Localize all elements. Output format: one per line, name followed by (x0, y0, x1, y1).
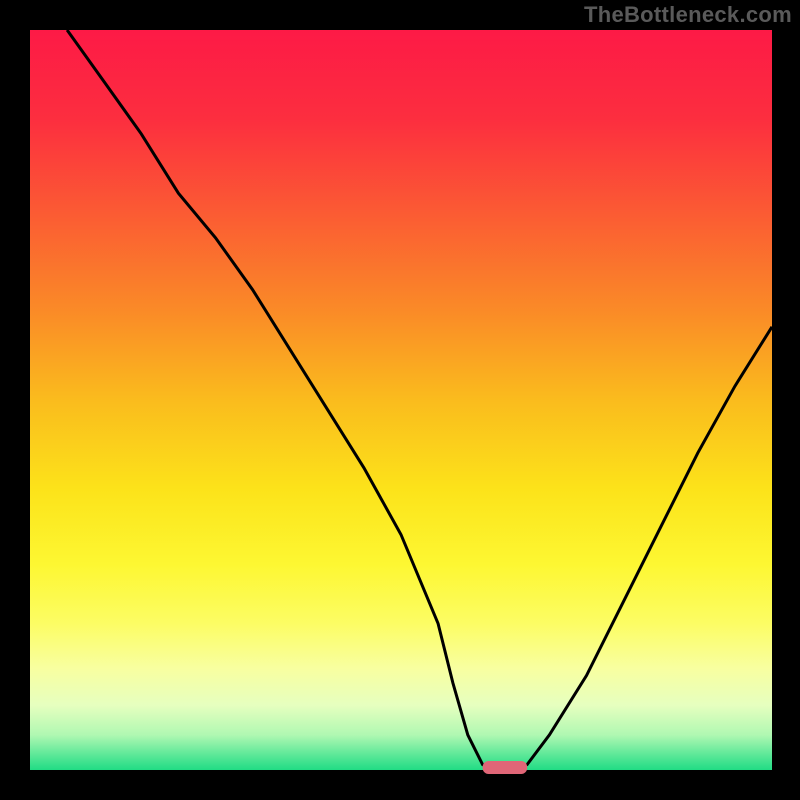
watermark-text: TheBottleneck.com (584, 2, 792, 28)
optimal-marker (483, 761, 528, 774)
chart-container: TheBottleneck.com (0, 0, 800, 800)
plot-baseline (30, 770, 772, 772)
plot-background (30, 30, 772, 772)
bottleneck-chart (0, 0, 800, 800)
